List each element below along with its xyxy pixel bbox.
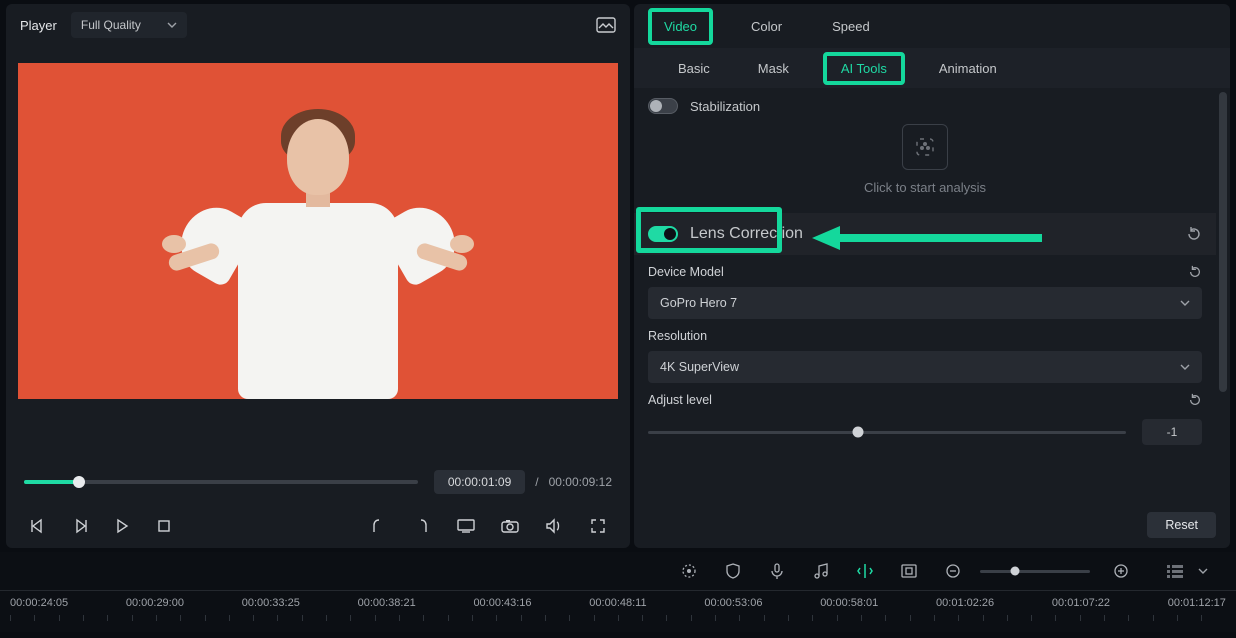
lens-correction-row: Lens Correction (634, 213, 1216, 255)
subtab-animation[interactable]: Animation (925, 56, 1011, 81)
stabilization-row: Stabilization (634, 88, 1216, 124)
volume-button[interactable] (540, 512, 568, 540)
mark-in-button[interactable] (364, 512, 392, 540)
view-options-icon[interactable] (1162, 558, 1188, 584)
player-panel: Player Full Quality (6, 4, 630, 548)
render-icon[interactable] (852, 558, 878, 584)
main-tabs: Video Color Speed (634, 4, 1230, 48)
adjust-level-label: Adjust level (648, 393, 712, 407)
stop-button[interactable] (150, 512, 178, 540)
camera-icon[interactable] (496, 512, 524, 540)
fullscreen-button[interactable] (584, 512, 612, 540)
quality-value: Full Quality (81, 18, 141, 32)
subtab-mask[interactable]: Mask (744, 56, 803, 81)
preview-subject (168, 99, 468, 399)
mark-out-button[interactable] (408, 512, 436, 540)
prev-frame-button[interactable] (24, 512, 52, 540)
preview-area (6, 46, 630, 416)
tab-video[interactable]: Video (648, 8, 713, 45)
ruler-labels: 00:00:24:0500:00:29:0000:00:33:25 00:00:… (0, 597, 1236, 609)
resolution-select[interactable]: 4K SuperView (648, 351, 1202, 383)
inspector-panel: Video Color Speed Basic Mask AI Tools An… (634, 4, 1230, 548)
chevron-down-icon (1180, 298, 1190, 308)
inspector-scrollbar[interactable] (1219, 92, 1227, 498)
adjust-level-slider[interactable] (648, 431, 1126, 434)
timeline-toolbar (0, 552, 1236, 590)
analysis-hint: Click to start analysis (864, 180, 986, 195)
zoom-in-button[interactable] (1108, 558, 1134, 584)
subtab-ai-tools[interactable]: AI Tools (823, 52, 905, 85)
total-time: 00:00:09:12 (549, 475, 612, 489)
lens-correction-toggle[interactable] (648, 226, 678, 242)
chevron-down-icon (1180, 362, 1190, 372)
reset-button[interactable]: Reset (1147, 512, 1216, 538)
resolution-label: Resolution (648, 329, 707, 343)
subtab-basic[interactable]: Basic (664, 56, 724, 81)
crop-icon[interactable] (896, 558, 922, 584)
music-icon[interactable] (808, 558, 834, 584)
zoom-slider[interactable] (980, 570, 1090, 573)
device-model-label: Device Model (648, 265, 724, 279)
lens-correction-reset-icon[interactable] (1186, 226, 1202, 242)
resolution-value: 4K SuperView (660, 360, 739, 374)
timeline-ruler[interactable]: 00:00:24:0500:00:29:0000:00:33:25 00:00:… (0, 590, 1236, 632)
next-frame-button[interactable] (66, 512, 94, 540)
analysis-icon (913, 135, 937, 159)
time-separator: / (535, 475, 538, 489)
quality-dropdown[interactable]: Full Quality (71, 12, 187, 38)
lens-correction-label: Lens Correction (690, 225, 803, 243)
device-model-reset-icon[interactable] (1188, 265, 1202, 279)
player-label: Player (20, 18, 57, 33)
current-time[interactable]: 00:00:01:09 (434, 470, 525, 494)
view-options-chevron[interactable] (1190, 558, 1216, 584)
seek-bar[interactable] (24, 480, 418, 484)
timeline-panel: 00:00:24:0500:00:29:0000:00:33:25 00:00:… (0, 552, 1236, 632)
player-footer: 00:00:01:09 / 00:00:09:12 (6, 416, 630, 548)
mic-icon[interactable] (764, 558, 790, 584)
preview-canvas[interactable] (18, 63, 618, 399)
stabilization-label: Stabilization (690, 99, 760, 114)
stabilization-analysis: Click to start analysis (634, 124, 1216, 213)
zoom-out-button[interactable] (940, 558, 966, 584)
color-wheel-icon[interactable] (676, 558, 702, 584)
snapshot-icon[interactable] (596, 17, 616, 33)
sub-tabs: Basic Mask AI Tools Animation (634, 48, 1230, 88)
adjust-level-value[interactable]: -1 (1142, 419, 1202, 445)
play-button[interactable] (108, 512, 136, 540)
adjust-level-reset-icon[interactable] (1188, 393, 1202, 407)
player-header: Player Full Quality (6, 4, 630, 46)
stabilization-toggle[interactable] (648, 98, 678, 114)
display-settings-button[interactable] (452, 512, 480, 540)
tab-color[interactable]: Color (739, 12, 794, 41)
start-analysis-button[interactable] (902, 124, 948, 170)
chevron-down-icon (167, 20, 177, 30)
shield-icon[interactable] (720, 558, 746, 584)
tab-speed[interactable]: Speed (820, 12, 882, 41)
device-model-select[interactable]: GoPro Hero 7 (648, 287, 1202, 319)
device-model-value: GoPro Hero 7 (660, 296, 737, 310)
